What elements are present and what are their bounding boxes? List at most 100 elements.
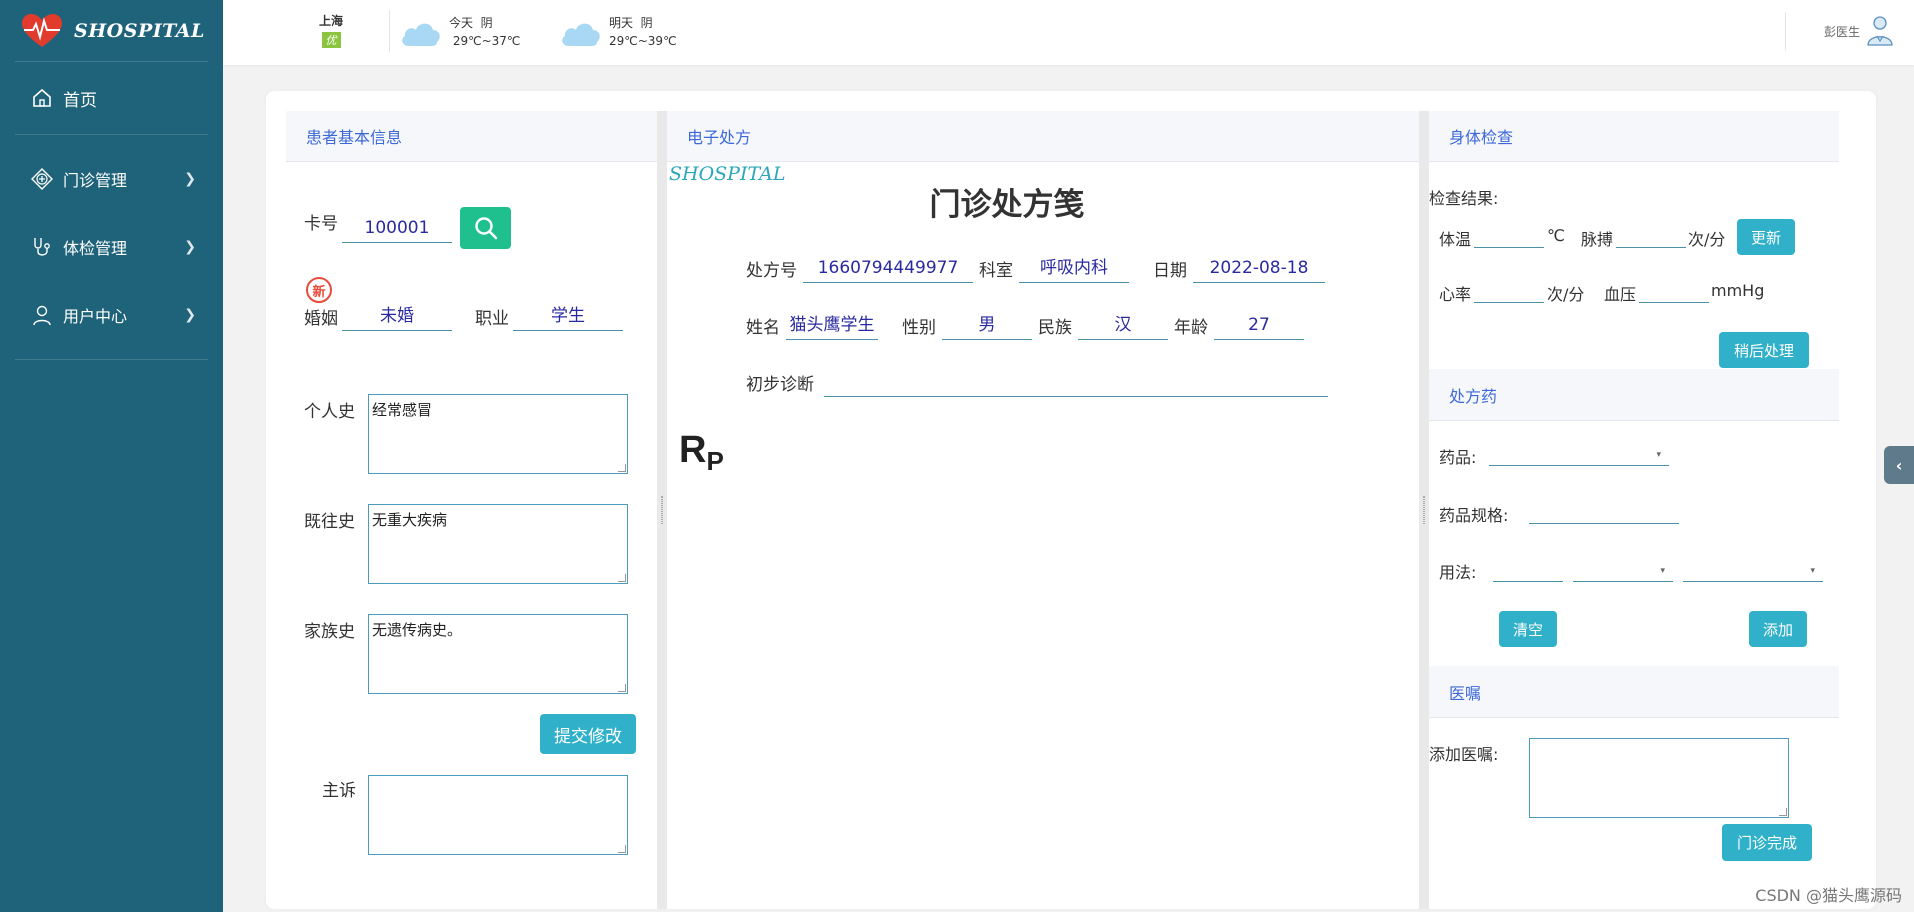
sidebar-item-label: 体检管理 — [63, 239, 128, 258]
usage-frequency-select[interactable]: ▾ — [1573, 556, 1673, 582]
city-widget: 上海 优 — [319, 12, 343, 48]
job-label: 职业 — [475, 308, 509, 329]
marriage-label: 婚姻 — [304, 308, 338, 329]
sidebar-item-outpatient[interactable]: 门诊管理 ❯ — [15, 145, 208, 213]
panel-splitter[interactable] — [657, 111, 667, 909]
sidebar-item-user-center[interactable]: 用户中心 ❯ — [15, 281, 208, 349]
family-history-text: 无遗传病史。 — [372, 621, 463, 639]
past-history-text: 无重大疾病 — [372, 511, 448, 529]
dept-field: 呼吸内科 — [1019, 253, 1129, 283]
temp-input[interactable] — [1474, 222, 1544, 248]
divider — [1785, 12, 1786, 50]
weather-temp: 29℃~39℃ — [609, 34, 677, 48]
card-label: 卡号 — [304, 213, 338, 234]
usage-method-select[interactable]: ▾ — [1683, 556, 1823, 582]
doctor-avatar-icon — [1866, 14, 1894, 49]
bp-label: 血压 — [1604, 285, 1637, 304]
personal-history-label: 个人史 — [304, 402, 355, 422]
rx-no-field: 1660794449977 — [803, 253, 973, 283]
panel-splitter[interactable] — [1419, 111, 1429, 909]
drug-select[interactable]: ▾ — [1489, 440, 1669, 466]
chevron-right-icon: ❯ — [184, 239, 196, 255]
chief-complaint-textarea[interactable] — [368, 775, 628, 855]
new-badge: 新 — [306, 277, 332, 303]
dept-label: 科室 — [979, 260, 1013, 281]
sidebar-item-checkup[interactable]: 体检管理 ❯ — [15, 213, 208, 281]
prescription-title: 门诊处方笺 — [929, 187, 1085, 223]
weather-today: 今天 阴 29℃~37℃ — [399, 14, 520, 50]
bp-unit: mmHg — [1711, 281, 1765, 300]
advice-textarea[interactable] — [1529, 738, 1789, 818]
handle-later-button[interactable]: 稍后处理 — [1719, 332, 1809, 368]
prescription-panel: 电子处方 SHOSPITAL 门诊处方笺 处方号 1660794449977 科… — [667, 111, 1419, 909]
bp-input[interactable] — [1639, 277, 1709, 303]
watermark: CSDN @猫头鹰源码 — [1755, 886, 1902, 905]
finish-visit-button[interactable]: 门诊完成 — [1722, 824, 1812, 861]
sidebar-item-label: 门诊管理 — [63, 171, 128, 190]
pulse-unit: 次/分 — [1688, 230, 1726, 249]
temp-label: 体温 — [1439, 230, 1472, 249]
search-icon — [474, 217, 497, 240]
usage-label: 用法: — [1439, 563, 1477, 582]
usage-dose-input[interactable] — [1493, 556, 1563, 582]
past-history-label: 既往史 — [304, 512, 355, 532]
cloud-icon — [559, 18, 603, 46]
diagnosis-field[interactable] — [824, 367, 1328, 397]
ethnic-field: 汉 — [1078, 310, 1168, 340]
weather-condition: 阴 — [640, 16, 653, 30]
cloud-icon — [399, 18, 443, 46]
main-card: 患者基本信息 卡号 100001 新 婚姻 未婚 职业 学生 个人史 经常感冒 … — [266, 91, 1876, 909]
logo[interactable]: SHOSPITAL — [15, 0, 208, 62]
search-button[interactable] — [460, 207, 511, 249]
section-title: 医嘱 — [1429, 666, 1839, 718]
advice-label: 添加医嘱: — [1429, 745, 1499, 764]
panel-title: 患者基本信息 — [286, 111, 657, 162]
date-field: 2022-08-18 — [1193, 253, 1325, 283]
family-history-textarea[interactable]: 无遗传病史。 — [368, 614, 628, 694]
date-label: 日期 — [1153, 260, 1187, 281]
past-history-textarea[interactable]: 无重大疾病 — [368, 504, 628, 584]
chevron-right-icon: ❯ — [184, 171, 196, 187]
heart-rate-label: 心率 — [1439, 285, 1472, 304]
pulse-input[interactable] — [1616, 222, 1686, 248]
card-number-input[interactable]: 100001 — [342, 213, 452, 243]
weather-tomorrow: 明天 阴 29℃~39℃ — [559, 14, 677, 50]
city-name: 上海 — [319, 14, 344, 28]
patient-info-panel: 患者基本信息 卡号 100001 新 婚姻 未婚 职业 学生 个人史 经常感冒 … — [286, 111, 657, 909]
caret-down-icon: ▾ — [1660, 566, 1665, 576]
job-field[interactable]: 学生 — [513, 301, 623, 331]
collapse-tab[interactable]: ‹ — [1884, 446, 1914, 484]
diamond-plus-icon — [31, 168, 53, 190]
home-icon — [31, 87, 53, 109]
marriage-field[interactable]: 未婚 — [342, 301, 452, 331]
section-title: 处方药 — [1429, 369, 1839, 421]
divider — [389, 10, 390, 52]
heart-pulse-icon — [22, 13, 62, 47]
add-button[interactable]: 添加 — [1749, 611, 1807, 647]
submit-changes-button[interactable]: 提交修改 — [540, 714, 636, 754]
heart-rate-input[interactable] — [1474, 277, 1544, 303]
personal-history-textarea[interactable]: 经常感冒 — [368, 394, 628, 474]
sidebar-item-label: 首页 — [63, 90, 97, 111]
spec-input[interactable] — [1529, 498, 1679, 524]
diagnosis-label: 初步诊断 — [746, 374, 814, 395]
weather-temp: 29℃~37℃ — [452, 34, 521, 48]
user-menu[interactable]: 彭医生 — [1824, 14, 1894, 49]
chevron-right-icon: ❯ — [184, 307, 196, 323]
update-button[interactable]: 更新 — [1737, 219, 1795, 255]
sidebar-item-home[interactable]: 首页 — [15, 62, 208, 135]
pulse-label: 脉搏 — [1581, 230, 1614, 249]
name-label: 姓名 — [746, 317, 780, 338]
user-icon — [31, 304, 53, 326]
weather-day: 今天 — [449, 16, 474, 30]
gender-label: 性别 — [902, 317, 936, 338]
ethnic-label: 民族 — [1038, 317, 1072, 338]
exam-result-label: 检查结果: — [1429, 189, 1499, 208]
top-header: 上海 优 今天 阴 29℃~37℃ 明天 阴 29℃~39℃ 彭医生 — [223, 0, 1914, 65]
personal-history-text: 经常感冒 — [372, 401, 433, 419]
panel-title: 身体检查 — [1429, 111, 1839, 162]
user-name: 彭医生 — [1823, 25, 1860, 39]
clear-button[interactable]: 清空 — [1499, 611, 1557, 647]
name-field: 猫头鹰学生 — [786, 310, 878, 340]
gender-field: 男 — [942, 310, 1032, 340]
